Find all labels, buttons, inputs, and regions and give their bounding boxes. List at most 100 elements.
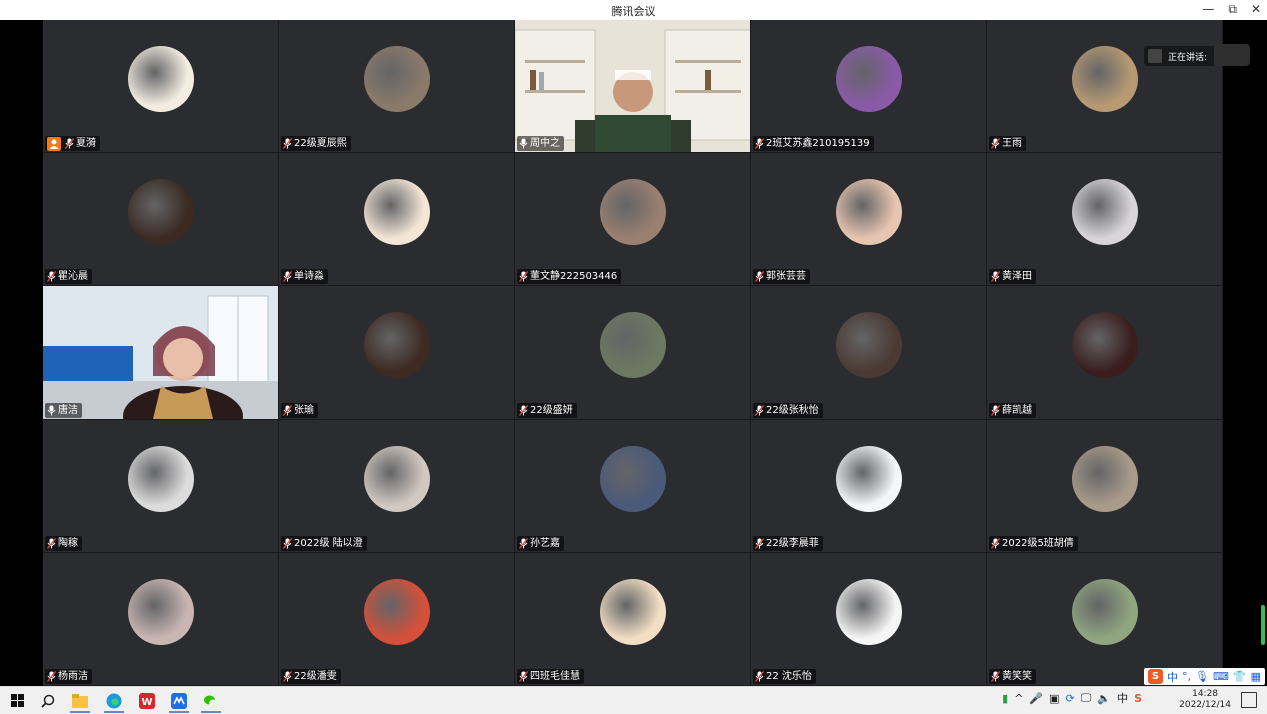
participant-nametag: 2022级 陆以澄: [281, 535, 367, 551]
participant-tile[interactable]: 22级盛妍: [515, 286, 751, 420]
windows-start-icon[interactable]: [8, 691, 28, 711]
participant-nametag: 夏漪: [45, 136, 100, 152]
participant-name: 王雨: [1002, 138, 1022, 150]
participant-name: 22级潘雯: [294, 670, 337, 682]
notification-icon[interactable]: [1241, 692, 1257, 708]
participant-name: 22级夏辰熙: [294, 138, 347, 150]
participant-nametag: 董文静222503446: [517, 269, 622, 285]
mic-muted-icon: [283, 537, 292, 549]
battery-icon[interactable]: ▮: [1002, 692, 1008, 705]
view-toggle-button[interactable]: [1214, 44, 1250, 66]
participant-tile[interactable]: 孙艺嘉: [515, 419, 751, 553]
volume-icon[interactable]: 🔈: [1097, 692, 1111, 705]
participant-avatar: [835, 312, 902, 379]
participant-name: 2022级5班胡倩: [1002, 537, 1074, 549]
participant-tile[interactable]: 周中之: [515, 20, 751, 154]
participant-tile[interactable]: 陶稼: [43, 419, 279, 553]
participant-tile[interactable]: 黄笑笑: [987, 552, 1223, 686]
participant-avatar: [127, 578, 194, 645]
mic-icon[interactable]: 🎙: [1195, 670, 1209, 683]
microphone-tray-icon[interactable]: 🎤: [1029, 692, 1043, 705]
participant-avatar: [599, 312, 666, 379]
close-icon[interactable]: ✕: [1251, 2, 1261, 17]
participant-nametag: 周中之: [517, 136, 564, 152]
participant-tile[interactable]: 唐洁: [43, 286, 279, 420]
participant-avatar: [1071, 312, 1138, 379]
participant-tile[interactable]: 瞿沁晨: [43, 153, 279, 287]
participant-nametag: 瞿沁晨: [45, 269, 92, 285]
tray-lang[interactable]: 中: [1117, 690, 1128, 706]
participant-name: 瞿沁晨: [58, 271, 88, 283]
participant-video: [43, 286, 278, 419]
volume-level-bar: [1261, 605, 1265, 645]
participant-name: 杨雨洁: [58, 670, 88, 682]
participant-nametag: 张瑜: [281, 402, 318, 418]
participant-nametag: 薛凯越: [989, 402, 1036, 418]
sogou-logo-icon[interactable]: S: [1148, 669, 1164, 684]
participant-tile[interactable]: 2022级 陆以澄: [279, 419, 515, 553]
participant-avatar: [127, 179, 194, 246]
participant-tile[interactable]: 黄泽田: [987, 153, 1223, 287]
mic-muted-icon: [755, 404, 764, 416]
search-icon[interactable]: [38, 691, 58, 711]
participant-tile[interactable]: 22级潘雯: [279, 552, 515, 686]
participant-tile[interactable]: 单诗淼: [279, 153, 515, 287]
edge-browser-icon[interactable]: [104, 691, 124, 713]
network-icon[interactable]: ⟳: [1066, 692, 1075, 705]
participant-tile[interactable]: 22 沈乐怡: [751, 552, 987, 686]
tencent-meeting-icon[interactable]: [169, 691, 189, 713]
mic-muted-icon: [519, 537, 528, 549]
participant-tile[interactable]: 22级李晨菲: [751, 419, 987, 553]
participant-nametag: 2班艾苏鑫210195139: [753, 136, 874, 152]
participant-tile[interactable]: 四班毛佳慧: [515, 552, 751, 686]
monitor-icon[interactable]: 🖵: [1081, 691, 1092, 705]
participant-avatar: [1071, 578, 1138, 645]
ime-lang-toggle[interactable]: 中: [1167, 669, 1178, 685]
participant-avatar: [835, 179, 902, 246]
mic-muted-icon: [65, 138, 74, 150]
participant-tile[interactable]: 张瑜: [279, 286, 515, 420]
participant-tile[interactable]: 夏漪: [43, 20, 279, 154]
participant-tile[interactable]: 2班艾苏鑫210195139: [751, 20, 987, 154]
mic-muted-icon: [519, 671, 528, 682]
file-explorer-icon[interactable]: [70, 691, 90, 713]
participant-tile[interactable]: 郭张芸芸: [751, 153, 987, 287]
meeting-stage: 夏漪 22级夏辰熙 周中之 2班艾苏鑫210195139 王雨瞿沁晨 单诗淼 董文静2225…: [0, 20, 1267, 686]
participant-avatar: [363, 179, 430, 246]
participant-avatar: [599, 578, 666, 645]
taskbar-clock[interactable]: 14:28 2022/12/14: [1179, 689, 1231, 711]
wechat-icon[interactable]: [201, 691, 221, 713]
keyboard-icon[interactable]: ⌨: [1213, 670, 1229, 683]
participant-name: 2022级 陆以澄: [294, 537, 363, 549]
participant-nametag: 黄笑笑: [989, 668, 1036, 684]
wps-office-icon[interactable]: W: [137, 691, 157, 711]
participant-tile[interactable]: 2022级5班胡倩: [987, 419, 1223, 553]
mic-muted-icon: [755, 138, 764, 150]
participant-tile[interactable]: 董文静222503446: [515, 153, 751, 287]
mic-icon: [47, 405, 56, 416]
shirt-icon[interactable]: 👕: [1233, 670, 1247, 683]
grid-icon[interactable]: ▦: [1251, 670, 1261, 683]
ime-punct-toggle[interactable]: °,: [1182, 670, 1191, 683]
participant-tile[interactable]: 薛凯越: [987, 286, 1223, 420]
clock-time: 14:28: [1192, 689, 1219, 699]
participant-name: 22 沈乐怡: [766, 670, 812, 682]
participant-tile[interactable]: 22级张秋怡: [751, 286, 987, 420]
participant-tile[interactable]: 杨雨洁: [43, 552, 279, 686]
participant-avatar: [1071, 445, 1138, 512]
chevron-up-icon[interactable]: ^: [1014, 692, 1023, 705]
tray-app-icon[interactable]: ▣: [1049, 692, 1059, 705]
participant-nametag: 四班毛佳慧: [517, 668, 584, 684]
participant-name: 四班毛佳慧: [530, 670, 580, 682]
sogou-ime-toolbar[interactable]: S 中 °, 🎙 ⌨ 👕 ▦: [1144, 668, 1265, 685]
participant-grid: 夏漪 22级夏辰熙 周中之 2班艾苏鑫210195139 王雨瞿沁晨 单诗淼 董文静2225…: [43, 20, 1223, 686]
sogou-tray-icon[interactable]: S: [1134, 692, 1142, 705]
restore-icon[interactable]: ⧉: [1228, 2, 1237, 17]
participant-avatar: [835, 445, 902, 512]
participant-name: 单诗淼: [294, 271, 324, 283]
minimize-icon[interactable]: —: [1202, 2, 1214, 17]
participant-avatar: [835, 578, 902, 645]
participant-avatar: [127, 445, 194, 512]
participant-tile[interactable]: 王雨: [987, 20, 1223, 154]
participant-tile[interactable]: 22级夏辰熙: [279, 20, 515, 154]
